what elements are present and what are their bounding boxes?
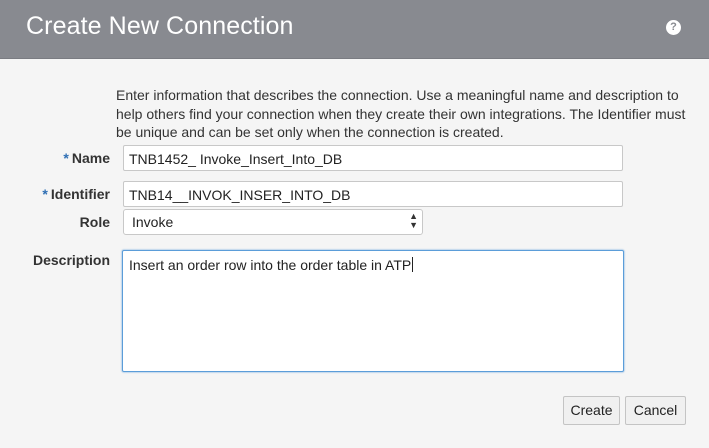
cancel-button[interactable]: Cancel: [625, 396, 686, 425]
help-icon[interactable]: ?: [666, 20, 681, 35]
text-caret: [412, 257, 414, 272]
create-connection-dialog: Create New Connection ? Enter informatio…: [0, 0, 709, 448]
required-marker: *: [42, 186, 48, 202]
identifier-input[interactable]: TNB14__INVOK_INSER_INTO_DB: [123, 181, 623, 207]
required-marker: *: [63, 150, 69, 166]
role-select-value: Invoke: [132, 214, 174, 230]
create-button[interactable]: Create: [563, 396, 620, 425]
name-input[interactable]: TNB1452_ Invoke_Insert_Into_DB: [123, 145, 623, 171]
dialog-header: Create New Connection ?: [0, 0, 709, 59]
intro-text: Enter information that describes the con…: [116, 87, 686, 140]
description-label: Description: [32, 252, 110, 268]
description-text: Insert an order row into the order table…: [129, 257, 412, 273]
identifier-label: * Identifier: [42, 186, 110, 202]
dialog-title: Create New Connection: [26, 12, 294, 40]
role-select[interactable]: Invoke ▲ ▼: [123, 209, 423, 235]
description-textarea[interactable]: Insert an order row into the order table…: [122, 250, 624, 372]
name-label: * Name: [63, 150, 110, 166]
select-arrows-icon: ▲ ▼: [409, 211, 418, 230]
role-label: Role: [79, 214, 110, 230]
